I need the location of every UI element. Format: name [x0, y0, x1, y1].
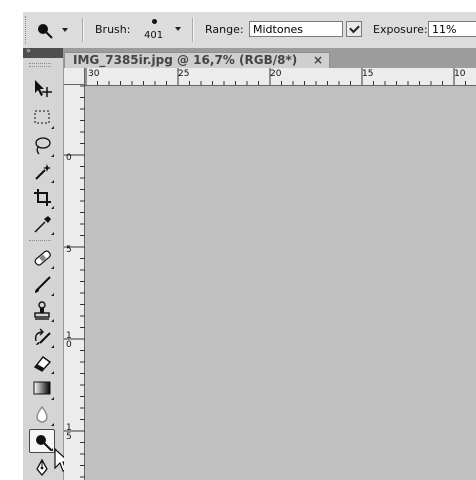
- document-canvas[interactable]: [85, 86, 476, 480]
- ruler-origin[interactable]: [64, 68, 85, 85]
- close-icon[interactable]: ×: [313, 53, 323, 67]
- lasso-tool[interactable]: [29, 134, 55, 158]
- ruler-label: 20: [270, 69, 282, 79]
- ruler-label: 25: [178, 69, 190, 79]
- exposure-label: Exposure:: [373, 23, 428, 36]
- magic-wand-tool[interactable]: [29, 160, 55, 184]
- options-bar: Brush: 401 Range: Midtones Exposure: 11%: [23, 12, 476, 49]
- eyedropper-icon: [34, 216, 51, 233]
- flyout-indicator-icon: [51, 293, 54, 296]
- range-label: Range:: [205, 23, 244, 36]
- crop-icon: [34, 189, 51, 206]
- ruler-label: 1 0: [66, 331, 72, 350]
- toolbox-panel: »: [23, 46, 64, 480]
- flyout-indicator-icon: [51, 345, 54, 348]
- expand-icon: »: [26, 46, 31, 55]
- brush-picker[interactable]: 401: [139, 15, 185, 45]
- blur-tool[interactable]: [29, 403, 55, 427]
- move-icon: [35, 80, 52, 97]
- ruler-label: 10: [454, 69, 466, 79]
- range-select[interactable]: Midtones: [249, 21, 343, 37]
- dodge-tool[interactable]: [29, 429, 55, 453]
- gradient-icon: [33, 381, 51, 395]
- flyout-indicator-icon: [51, 206, 54, 209]
- brush-tip-icon: [152, 19, 157, 24]
- chevron-down-icon: [349, 22, 360, 34]
- document-tab[interactable]: IMG_7385ir.jpg @ 16,7% (RGB/8*) ×: [64, 52, 330, 68]
- magic-wand-icon: [35, 164, 51, 180]
- toolbox-divider: [29, 240, 51, 241]
- toolbox-grip: [29, 63, 51, 64]
- brush-tool[interactable]: [29, 273, 55, 297]
- flyout-indicator-icon: [51, 319, 54, 322]
- history-brush-icon: [34, 328, 51, 345]
- flyout-indicator-icon: [51, 180, 54, 183]
- ruler-label: 15: [362, 69, 374, 79]
- bandage-icon: [34, 250, 51, 266]
- lasso-icon: [35, 137, 51, 155]
- stamp-icon: [34, 301, 50, 320]
- gradient-tool[interactable]: [29, 377, 55, 401]
- eraser-icon: [33, 356, 52, 372]
- ruler-label: 30: [88, 69, 100, 79]
- eyedropper-tool[interactable]: [29, 212, 55, 236]
- drop-icon: [36, 405, 48, 423]
- flyout-indicator-icon: [51, 266, 54, 269]
- ruler-label: 5: [66, 245, 72, 255]
- flyout-indicator-icon: [51, 397, 54, 400]
- clone-stamp-tool[interactable]: [29, 299, 55, 323]
- ruler-label: 0: [66, 153, 72, 163]
- vertical-ruler[interactable]: 0 5 1 0 1 5: [64, 85, 85, 480]
- flyout-indicator-icon: [51, 232, 54, 235]
- options-bar-grip[interactable]: [25, 16, 28, 44]
- flyout-indicator-icon: [51, 371, 54, 374]
- toolbox-header[interactable]: »: [23, 46, 63, 58]
- spot-healing-tool[interactable]: [29, 246, 55, 270]
- flyout-indicator-icon: [51, 126, 54, 129]
- toolbox-grip: [29, 66, 51, 67]
- brush-label: Brush:: [95, 23, 131, 36]
- brush-icon: [35, 276, 51, 293]
- dodge-tool-icon: [38, 24, 53, 39]
- vertical-ruler-ticks: [64, 85, 85, 478]
- history-brush-tool[interactable]: [29, 325, 55, 349]
- tool-preset-picker[interactable]: [35, 20, 69, 40]
- chevron-down-icon: [62, 28, 68, 32]
- exposure-input[interactable]: 11%: [428, 21, 476, 37]
- ruler-label: 1 5: [66, 423, 72, 442]
- flyout-indicator-icon: [51, 423, 54, 426]
- flyout-indicator-icon: [50, 448, 53, 451]
- chevron-down-icon: [175, 27, 181, 31]
- pen-icon: [36, 458, 48, 477]
- range-dropdown-button[interactable]: [346, 21, 362, 37]
- document-title: IMG_7385ir.jpg @ 16,7% (RGB/8*): [73, 53, 298, 67]
- separator: [82, 18, 84, 42]
- rectangular-marquee-icon: [34, 110, 50, 124]
- crop-tool[interactable]: [29, 186, 55, 210]
- separator: [192, 18, 194, 42]
- move-tool[interactable]: [29, 76, 55, 100]
- brush-size: 401: [144, 30, 164, 41]
- pen-tool[interactable]: [29, 456, 55, 480]
- horizontal-ruler[interactable]: 30 25 20 15 10: [85, 68, 476, 86]
- eraser-tool[interactable]: [29, 351, 55, 375]
- marquee-tool[interactable]: [29, 106, 55, 130]
- flyout-indicator-icon: [51, 154, 54, 157]
